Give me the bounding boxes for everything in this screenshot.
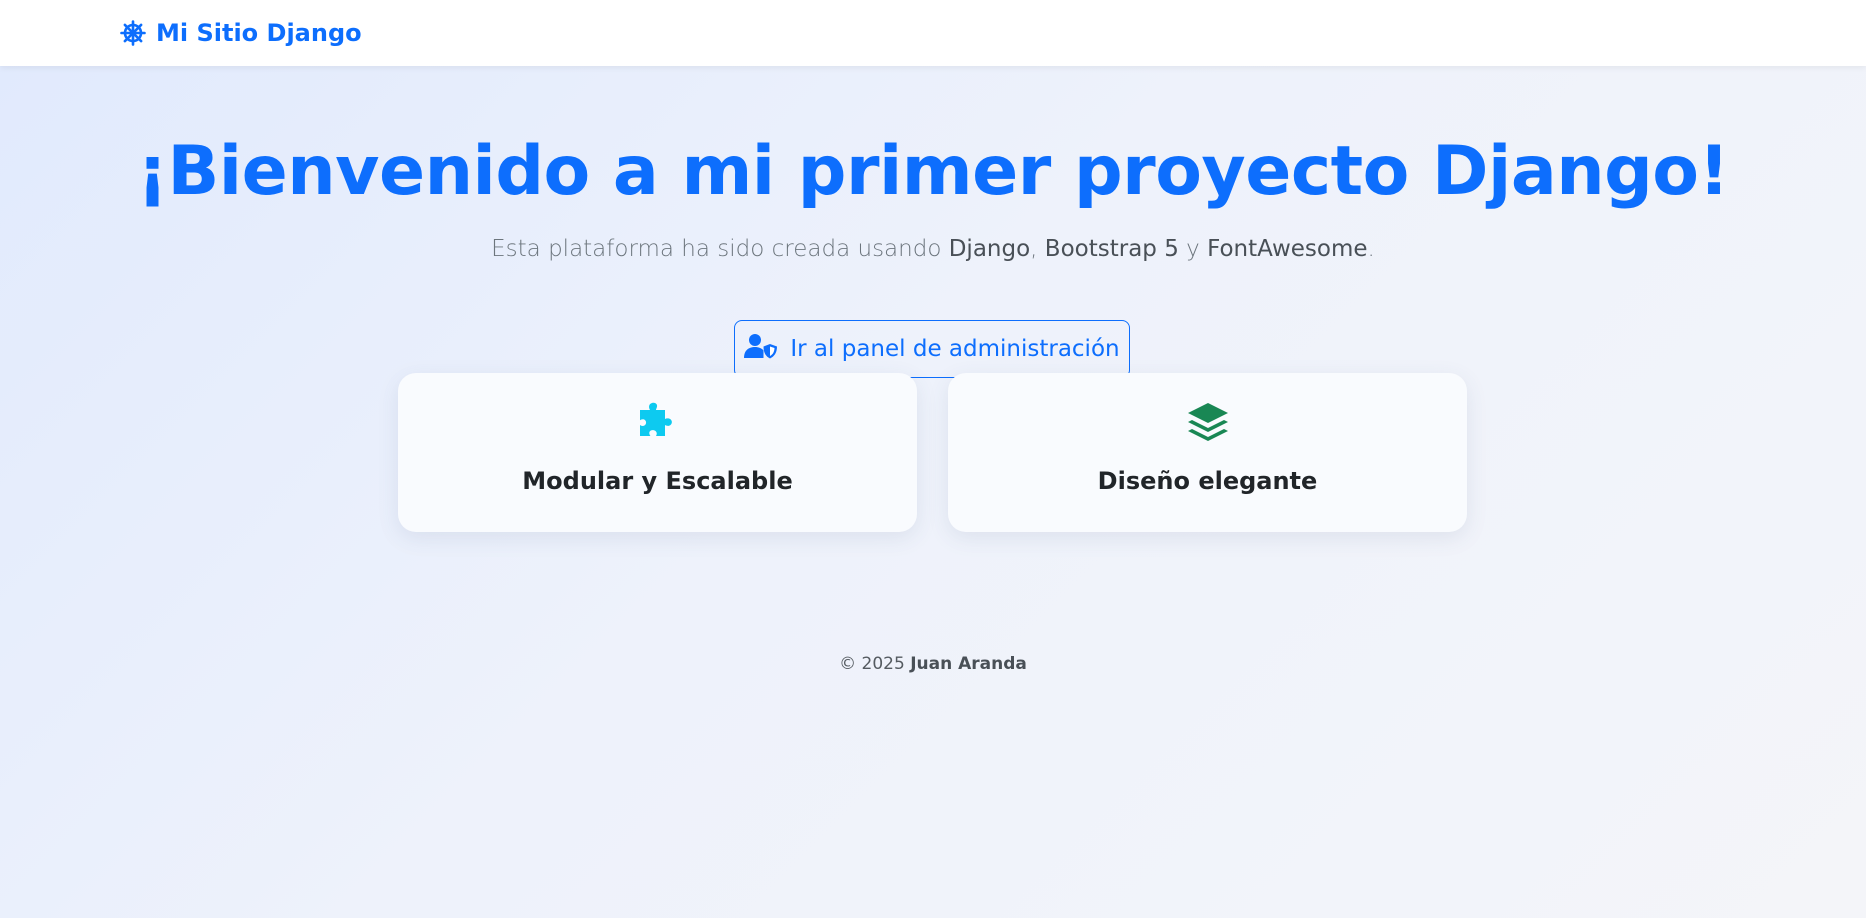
hero-section: ¡Bienvenido a mi primer proyecto Django!… — [0, 66, 1866, 918]
subtitle-tech-bootstrap: Bootstrap 5 — [1044, 236, 1179, 262]
hero-subtitle: Esta plataforma ha sido creada usando Dj… — [0, 236, 1866, 262]
hero-title: ¡Bienvenido a mi primer proyecto Django! — [136, 132, 1730, 211]
helm-wheel-icon — [120, 20, 146, 46]
feature-card-design: Diseño elegante — [948, 373, 1467, 532]
footer: © 2025 Juan Aranda — [0, 654, 1866, 674]
subtitle-prefix: Esta plataforma ha sido creada usando — [491, 236, 949, 262]
brand-link[interactable]: Mi Sitio Django — [120, 16, 362, 50]
layer-group-icon — [948, 401, 1467, 443]
subtitle-separator: , — [1030, 236, 1045, 262]
admin-button-label: Ir al panel de administración — [790, 336, 1120, 362]
brand-text: Mi Sitio Django — [156, 19, 362, 47]
puzzle-piece-icon — [398, 401, 917, 443]
user-shield-icon — [744, 333, 778, 365]
feature-title: Modular y Escalable — [522, 467, 793, 495]
subtitle-suffix: . — [1367, 236, 1375, 262]
subtitle-tech-django: Django — [948, 236, 1031, 262]
subtitle-tech-fontawesome: FontAwesome — [1207, 236, 1368, 262]
admin-panel-button[interactable]: Ir al panel de administración — [734, 320, 1130, 378]
author-name: Juan Aranda — [910, 654, 1027, 674]
subtitle-separator: y — [1178, 236, 1208, 262]
feature-title: Diseño elegante — [1097, 467, 1318, 495]
copyright-text: © 2025 — [839, 654, 911, 674]
navbar: Mi Sitio Django — [0, 0, 1866, 66]
feature-card-modular: Modular y Escalable — [398, 373, 917, 532]
